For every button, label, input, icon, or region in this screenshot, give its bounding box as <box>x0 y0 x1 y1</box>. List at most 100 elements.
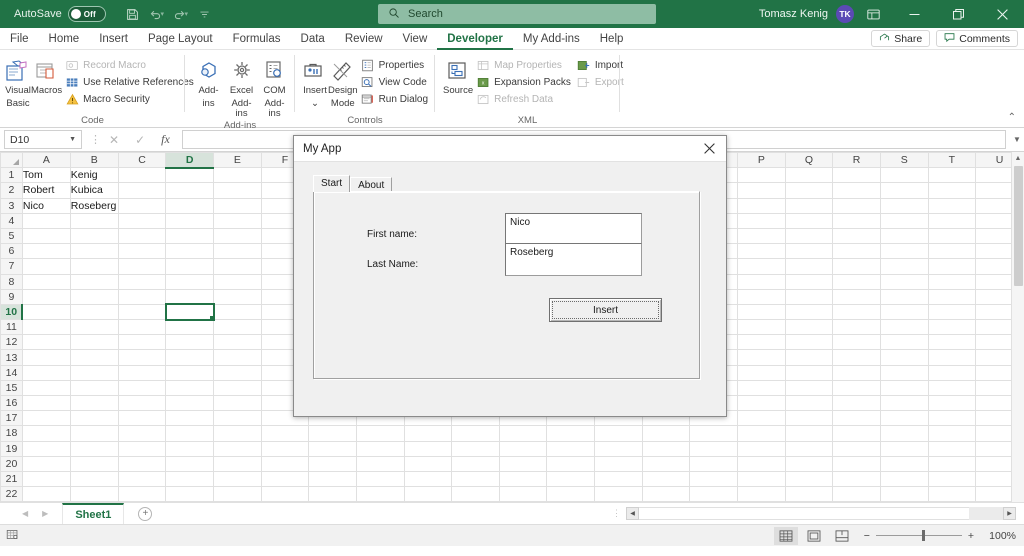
cell-i22[interactable] <box>404 487 452 502</box>
cell-p6[interactable] <box>738 244 786 259</box>
cell-e14[interactable] <box>214 365 262 380</box>
cell-f20[interactable] <box>261 456 309 471</box>
cell-s22[interactable] <box>880 487 928 502</box>
row-header-8[interactable]: 8 <box>1 274 23 289</box>
row-header-14[interactable]: 14 <box>1 365 23 380</box>
cell-b19[interactable] <box>70 441 118 456</box>
multipage-tab-about[interactable]: About <box>350 177 392 191</box>
macros-button[interactable]: Macros <box>31 53 62 97</box>
ribbon-tab-review[interactable]: Review <box>335 28 393 50</box>
cell-d14[interactable] <box>166 365 214 380</box>
cell-a8[interactable] <box>22 274 70 289</box>
cell-r8[interactable] <box>833 274 881 289</box>
cell-e16[interactable] <box>214 396 262 411</box>
cell-g19[interactable] <box>309 441 357 456</box>
cell-m20[interactable] <box>595 456 643 471</box>
column-header-c[interactable]: C <box>118 153 166 168</box>
expand-formula-bar-icon[interactable]: ▼ <box>1010 135 1024 144</box>
cell-j19[interactable] <box>452 441 500 456</box>
cell-s15[interactable] <box>880 380 928 395</box>
cell-r6[interactable] <box>833 244 881 259</box>
cell-s8[interactable] <box>880 274 928 289</box>
cell-m21[interactable] <box>595 471 643 486</box>
cell-a15[interactable] <box>22 380 70 395</box>
page-break-preview-button[interactable] <box>830 527 854 545</box>
cell-d8[interactable] <box>166 274 214 289</box>
cell-c20[interactable] <box>118 456 166 471</box>
cell-c6[interactable] <box>118 244 166 259</box>
cell-r18[interactable] <box>833 426 881 441</box>
cell-s10[interactable] <box>880 304 928 319</box>
cell-e20[interactable] <box>214 456 262 471</box>
export-button[interactable]: Export <box>574 74 627 90</box>
cell-e15[interactable] <box>214 380 262 395</box>
run-dialog-button[interactable]: Run Dialog <box>358 91 431 107</box>
cell-q15[interactable] <box>785 380 833 395</box>
cell-g20[interactable] <box>309 456 357 471</box>
cell-l22[interactable] <box>547 487 595 502</box>
cell-p11[interactable] <box>738 320 786 335</box>
zoom-track[interactable] <box>876 535 962 536</box>
cell-a21[interactable] <box>22 471 70 486</box>
cell-t4[interactable] <box>928 213 976 228</box>
cell-b21[interactable] <box>70 471 118 486</box>
cell-f21[interactable] <box>261 471 309 486</box>
expansion-packs-button[interactable]: x Expansion Packs <box>473 74 574 90</box>
cell-c2[interactable] <box>118 183 166 198</box>
cell-a18[interactable] <box>22 426 70 441</box>
cell-j22[interactable] <box>452 487 500 502</box>
cell-p10[interactable] <box>738 304 786 319</box>
ribbon-tab-data[interactable]: Data <box>291 28 335 50</box>
cell-q21[interactable] <box>785 471 833 486</box>
cell-b8[interactable] <box>70 274 118 289</box>
cell-q8[interactable] <box>785 274 833 289</box>
cell-q19[interactable] <box>785 441 833 456</box>
cell-r19[interactable] <box>833 441 881 456</box>
cell-q13[interactable] <box>785 350 833 365</box>
import-button[interactable]: Import <box>574 57 627 73</box>
row-header-20[interactable]: 20 <box>1 456 23 471</box>
cell-t9[interactable] <box>928 289 976 304</box>
column-header-q[interactable]: Q <box>785 153 833 168</box>
cell-t1[interactable] <box>928 168 976 183</box>
column-header-t[interactable]: T <box>928 153 976 168</box>
cell-t8[interactable] <box>928 274 976 289</box>
row-header-2[interactable]: 2 <box>1 183 23 198</box>
cell-c17[interactable] <box>118 411 166 426</box>
cell-e18[interactable] <box>214 426 262 441</box>
cell-d3[interactable] <box>166 198 214 213</box>
cell-a5[interactable] <box>22 228 70 243</box>
cell-a22[interactable] <box>22 487 70 502</box>
cell-s12[interactable] <box>880 335 928 350</box>
cell-c22[interactable] <box>118 487 166 502</box>
scroll-up-icon[interactable]: ▲ <box>1015 152 1022 165</box>
ribbon-display-options-button[interactable] <box>854 0 892 28</box>
ribbon-tab-developer[interactable]: Developer <box>437 28 513 50</box>
cell-r17[interactable] <box>833 411 881 426</box>
cell-c7[interactable] <box>118 259 166 274</box>
ribbon-tab-home[interactable]: Home <box>39 28 90 50</box>
cell-p21[interactable] <box>738 471 786 486</box>
restore-button[interactable] <box>936 0 980 28</box>
cell-r15[interactable] <box>833 380 881 395</box>
sheet-tab-sheet1[interactable]: Sheet1 <box>62 503 124 524</box>
first-name-input[interactable]: Nico <box>505 213 642 246</box>
cell-s20[interactable] <box>880 456 928 471</box>
row-header-19[interactable]: 19 <box>1 441 23 456</box>
column-header-s[interactable]: S <box>880 153 928 168</box>
row-header-3[interactable]: 3 <box>1 198 23 213</box>
ribbon-tab-my-add-ins[interactable]: My Add-ins <box>513 28 590 50</box>
cell-s17[interactable] <box>880 411 928 426</box>
column-header-a[interactable]: A <box>22 153 70 168</box>
cell-b4[interactable] <box>70 213 118 228</box>
cell-c12[interactable] <box>118 335 166 350</box>
cell-p2[interactable] <box>738 183 786 198</box>
cell-b6[interactable] <box>70 244 118 259</box>
confirm-entry-icon[interactable]: ✓ <box>135 133 145 147</box>
cell-a2[interactable]: Robert <box>22 183 70 198</box>
cell-q5[interactable] <box>785 228 833 243</box>
cell-r5[interactable] <box>833 228 881 243</box>
cell-d9[interactable] <box>166 289 214 304</box>
ribbon-tab-page-layout[interactable]: Page Layout <box>138 28 223 50</box>
macro-recording-icon[interactable] <box>6 528 19 544</box>
